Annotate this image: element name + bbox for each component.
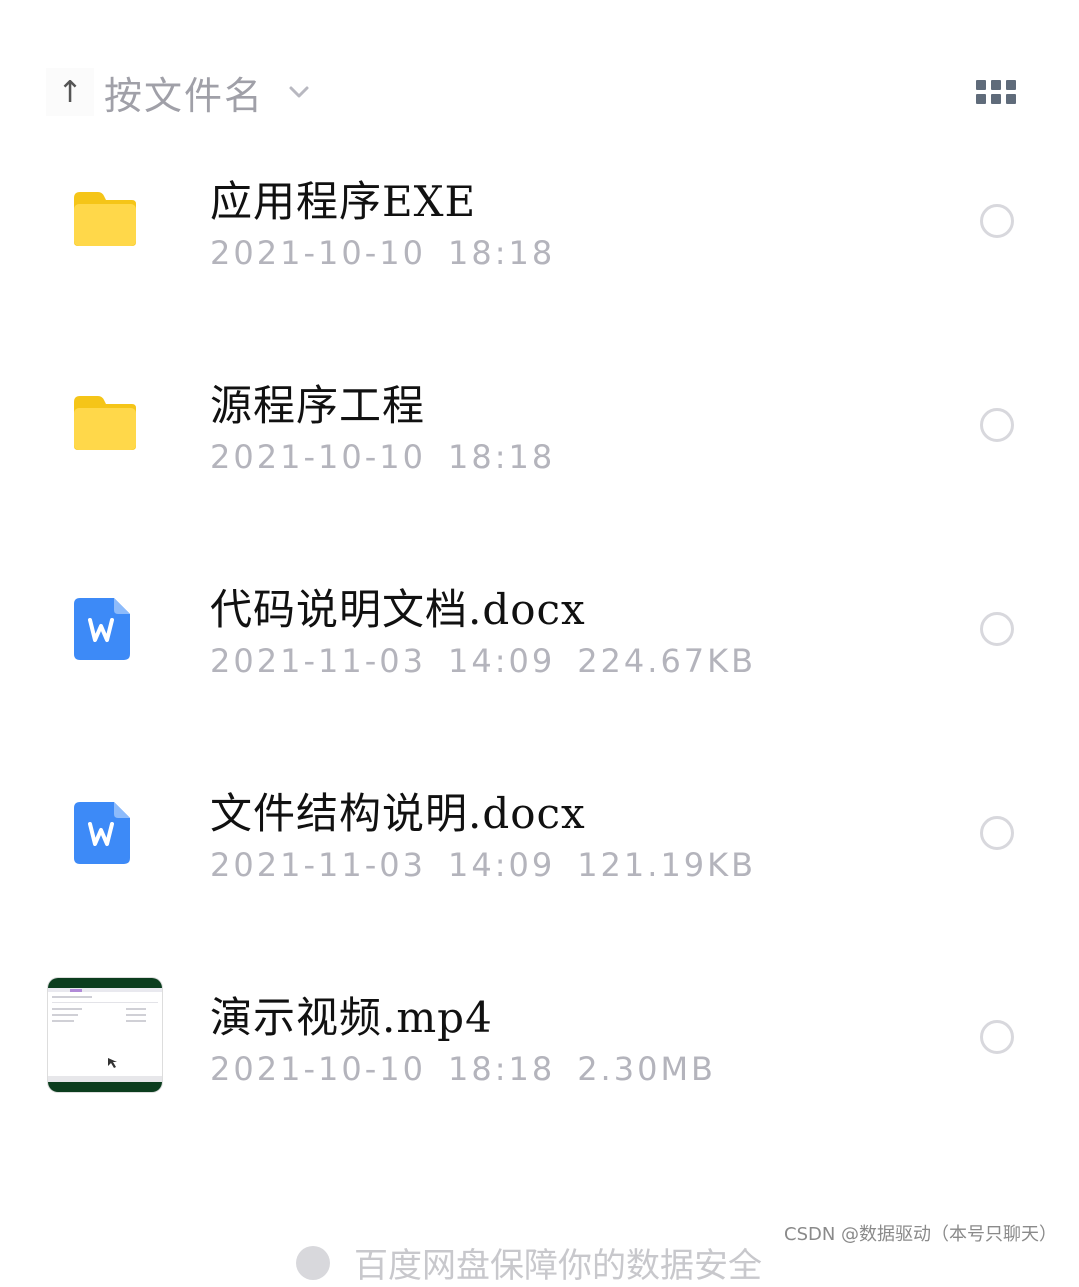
- select-radio[interactable]: [980, 204, 1014, 238]
- sort-control[interactable]: ↑ 按文件名: [46, 64, 310, 120]
- select-radio[interactable]: [980, 408, 1014, 442]
- arrow-up-icon[interactable]: ↑: [46, 68, 94, 116]
- list-item[interactable]: 演示视频.mp4 2021-10-10 18:18 2.30MB: [0, 976, 1079, 1156]
- list-item[interactable]: 文件结构说明.docx 2021-11-03 14:09 121.19KB: [0, 772, 1079, 952]
- file-meta: 2021-10-10 18:18: [210, 438, 599, 476]
- file-date: 2021-10-10: [210, 438, 426, 476]
- video-thumbnail: [48, 978, 162, 1092]
- file-size: 2.30MB: [577, 1050, 716, 1088]
- security-note: 百度网盘保障你的数据安全: [296, 1238, 762, 1287]
- file-time: 18:18: [447, 438, 556, 476]
- list-item[interactable]: 源程序工程 2021-10-10 18:18: [0, 364, 1079, 544]
- chevron-down-icon[interactable]: [288, 81, 310, 103]
- file-meta: 2021-10-10 18:18: [210, 234, 599, 272]
- file-date: 2021-11-03: [210, 846, 426, 884]
- file-meta: 2021-11-03 14:09 224.67KB: [210, 642, 778, 680]
- file-date: 2021-10-10: [210, 234, 426, 272]
- select-radio[interactable]: [980, 612, 1014, 646]
- watermark: CSDN @数据驱动（本号只聊天）: [784, 1224, 1058, 1245]
- file-name: 应用程序EXE: [210, 177, 477, 226]
- file-time: 14:09: [447, 846, 556, 884]
- file-date: 2021-10-10: [210, 1050, 426, 1088]
- sort-label[interactable]: 按文件名: [104, 65, 264, 120]
- file-time: 18:18: [447, 1050, 556, 1088]
- file-size: 121.19KB: [577, 846, 757, 884]
- file-time: 18:18: [447, 234, 556, 272]
- file-meta: 2021-10-10 18:18 2.30MB: [210, 1050, 738, 1088]
- select-radio[interactable]: [980, 1020, 1014, 1054]
- file-name: 代码说明文档.docx: [210, 585, 586, 634]
- word-doc-icon: [72, 596, 134, 666]
- folder-icon: [72, 190, 138, 252]
- file-meta: 2021-11-03 14:09 121.19KB: [210, 846, 778, 884]
- folder-icon: [72, 394, 138, 456]
- file-time: 14:09: [447, 642, 556, 680]
- file-name: 文件结构说明.docx: [210, 789, 586, 838]
- select-radio[interactable]: [980, 816, 1014, 850]
- grid-view-icon[interactable]: [976, 80, 1016, 104]
- file-name: 源程序工程: [210, 381, 426, 430]
- shield-icon: [296, 1245, 330, 1280]
- file-date: 2021-11-03: [210, 642, 426, 680]
- file-size: 224.67KB: [577, 642, 757, 680]
- security-note-text: 百度网盘保障你的数据安全: [354, 1246, 762, 1286]
- file-name: 演示视频.mp4: [210, 993, 493, 1042]
- list-item[interactable]: 代码说明文档.docx 2021-11-03 14:09 224.67KB: [0, 568, 1079, 748]
- list-item[interactable]: 应用程序EXE 2021-10-10 18:18: [0, 160, 1079, 340]
- word-doc-icon: [72, 800, 134, 870]
